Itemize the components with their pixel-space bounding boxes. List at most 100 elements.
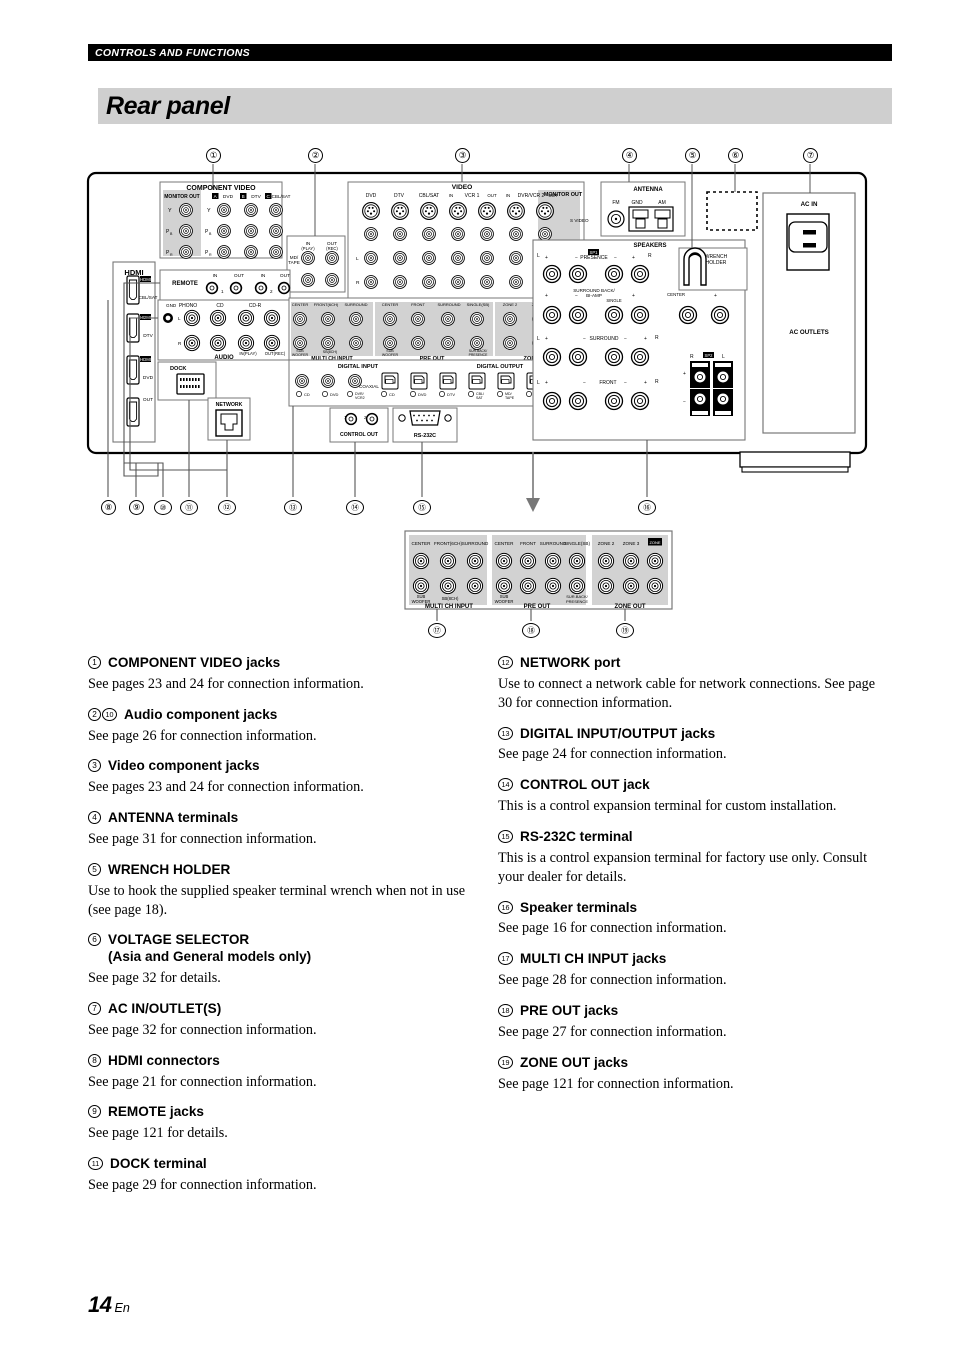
legend-entry: 19 ZONE OUT jacks See page 121 for connect… — [498, 1055, 876, 1094]
legend-column-left: 1 COMPONENT VIDEO jacks See pages 23 and 2… — [88, 655, 466, 1208]
callout-number-14: 14 — [498, 778, 513, 792]
legend-entry-heading: 11 DOCK terminal — [88, 1156, 466, 1173]
svg-text:HDMI: HDMI — [140, 277, 151, 282]
legend-entry-body: See pages 23 and 24 for connection infor… — [88, 675, 364, 692]
svg-text:PRESENCE: PRESENCE — [580, 255, 608, 261]
legend-entry-title: WRENCH HOLDER — [108, 861, 231, 877]
svg-text:REMOTE: REMOTE — [172, 281, 198, 287]
legend-entry-body: See page 28 for connection information. — [498, 972, 727, 989]
svg-text:−: − — [624, 336, 627, 342]
callout-8: ⑧ — [101, 500, 116, 515]
svg-text:+: + — [632, 293, 635, 299]
svg-text:−: − — [624, 380, 627, 386]
callout-1: ① — [206, 148, 221, 163]
svg-text:OUT: OUT — [143, 397, 153, 403]
legend-entry-heading: 2 10 Audio component jacks — [88, 707, 466, 724]
callout-7: ⑦ — [803, 148, 818, 163]
svg-text:Y: Y — [168, 208, 172, 214]
legend-entry-body: See page 16 for connection information. — [498, 920, 727, 937]
legend-entry: 16 Speaker terminals See page 16 for conne… — [498, 900, 876, 939]
callout-number-13: 13 — [498, 726, 513, 740]
svg-text:+: + — [545, 293, 548, 299]
svg-text:VCR2: VCR2 — [355, 396, 365, 400]
svg-text:CONTROL OUT: CONTROL OUT — [340, 432, 379, 438]
page-footer: 14 En — [88, 1292, 130, 1318]
legend-entry-numbers: 8 — [88, 1053, 101, 1067]
svg-text:COMPONENT VIDEO: COMPONENT VIDEO — [186, 185, 256, 192]
legend-entry: 3 Video component jacks See pages 23 and 2… — [88, 758, 466, 797]
legend-entry-title: CONTROL OUT jack — [520, 777, 650, 793]
legend-entry-title: AC IN/OUTLET(S) — [108, 1001, 222, 1017]
legend-entry: 6 VOLTAGE SELECTOR (Asia and General model… — [88, 932, 466, 988]
legend-entry: 7 AC IN/OUTLET(S) See page 32 for connecti… — [88, 1001, 466, 1040]
legend-entry-title: Speaker terminals — [520, 899, 638, 915]
legend-entry: 18 PRE OUT jacks See page 27 for connectio… — [498, 1003, 876, 1042]
legend-entry-heading: 13 DIGITAL INPUT/OUTPUT jacks — [498, 726, 876, 743]
legend-entry-numbers: 17 — [498, 951, 513, 966]
svg-text:CD: CD — [304, 392, 310, 397]
svg-text:IN(PLAY): IN(PLAY) — [239, 351, 257, 356]
svg-text:ZONE: ZONE — [649, 540, 660, 545]
svg-text:SINGLE(SB): SINGLE(SB) — [564, 541, 591, 546]
callout-number-4: 4 — [88, 811, 101, 825]
svg-text:L: L — [178, 316, 181, 321]
svg-text:FRONT: FRONT — [599, 380, 616, 386]
svg-text:SAT: SAT — [476, 396, 484, 400]
svg-text:L: L — [722, 354, 725, 360]
svg-text:DTV: DTV — [251, 194, 261, 200]
svg-text:L: L — [356, 256, 359, 262]
legend-entry-title: HDMI connectors — [108, 1052, 220, 1068]
legend-entry-title: COMPONENT VIDEO jacks — [108, 655, 281, 670]
legend-entry: 13 DIGITAL INPUT/OUTPUT jacks See page 24 … — [498, 726, 876, 765]
svg-text:CBL/SAT: CBL/SAT — [419, 193, 439, 199]
svg-text:SPEAKERS: SPEAKERS — [633, 243, 666, 249]
legend-entry-numbers: 2 10 — [88, 707, 117, 721]
rear-panel-drawing: HDMI HDMI CBL/SAT HDMI DTV HDMI DVD OUT … — [86, 164, 868, 621]
svg-text:R: R — [209, 253, 212, 257]
legend-entry-body: See page 121 for connection information. — [498, 1075, 734, 1092]
legend-column-right: 12 NETWORK port Use to connect a network c… — [498, 655, 876, 1107]
svg-text:+: + — [545, 380, 548, 386]
legend-entry: 1 COMPONENT VIDEO jacks See pages 23 and 2… — [88, 655, 466, 694]
svg-text:ZONE 2: ZONE 2 — [503, 302, 518, 307]
legend-entry-body: See page 27 for connection information. — [498, 1023, 727, 1040]
svg-text:MONITOR OUT: MONITOR OUT — [544, 192, 583, 198]
callout-9: ⑨ — [129, 500, 144, 515]
legend-entry-numbers: 3 — [88, 758, 101, 773]
svg-text:TAPE: TAPE — [288, 260, 300, 265]
svg-text:AC IN: AC IN — [801, 201, 818, 208]
callout-4: ④ — [622, 148, 637, 163]
svg-text:CENTER: CENTER — [667, 292, 685, 297]
svg-text:WOOFER: WOOFER — [292, 353, 309, 357]
callout-number-19: 19 — [498, 1055, 513, 1069]
svg-text:NETWORK: NETWORK — [216, 402, 243, 408]
svg-text:SURROUND: SURROUND — [437, 302, 460, 307]
svg-text:DVD: DVD — [366, 193, 377, 199]
svg-text:−: − — [583, 336, 586, 342]
svg-text:+: + — [644, 336, 647, 342]
svg-text:SINGLE: SINGLE — [606, 298, 622, 303]
legend-entry-body: See page 29 for connection information. — [88, 1177, 317, 1194]
svg-text:(REC): (REC) — [326, 246, 338, 251]
svg-text:OUT: OUT — [280, 273, 290, 279]
legend-entry-heading: 18 PRE OUT jacks — [498, 1003, 876, 1020]
legend-entry-title: ANTENNA terminals — [108, 810, 239, 826]
svg-text:S VIDEO: S VIDEO — [570, 218, 589, 223]
callout-13: ⑬ — [284, 500, 302, 515]
svg-text:DVR/VCR 2: DVR/VCR 2 — [518, 193, 545, 199]
svg-text:SURROUND: SURROUND — [590, 336, 619, 342]
svg-text:−: − — [575, 293, 578, 299]
callout-10: ⑩ — [154, 500, 172, 515]
svg-text:1: 1 — [221, 289, 224, 294]
legend-entry-numbers: 18 — [498, 1003, 513, 1018]
svg-text:CENTER: CENTER — [382, 302, 399, 307]
legend-entry-numbers: 7 — [88, 1001, 101, 1016]
callout-12: ⑫ — [218, 500, 236, 515]
svg-text:DVD: DVD — [223, 194, 234, 200]
callout-15: ⑮ — [413, 500, 431, 515]
legend-entry-numbers: 11 — [88, 1156, 103, 1171]
svg-text:HDMI: HDMI — [140, 357, 151, 362]
svg-text:PRESENCE: PRESENCE — [566, 599, 588, 604]
legend-entry-title: RS-232C terminal — [520, 829, 633, 845]
legend-entry-title: ZONE OUT jacks — [520, 1054, 629, 1070]
